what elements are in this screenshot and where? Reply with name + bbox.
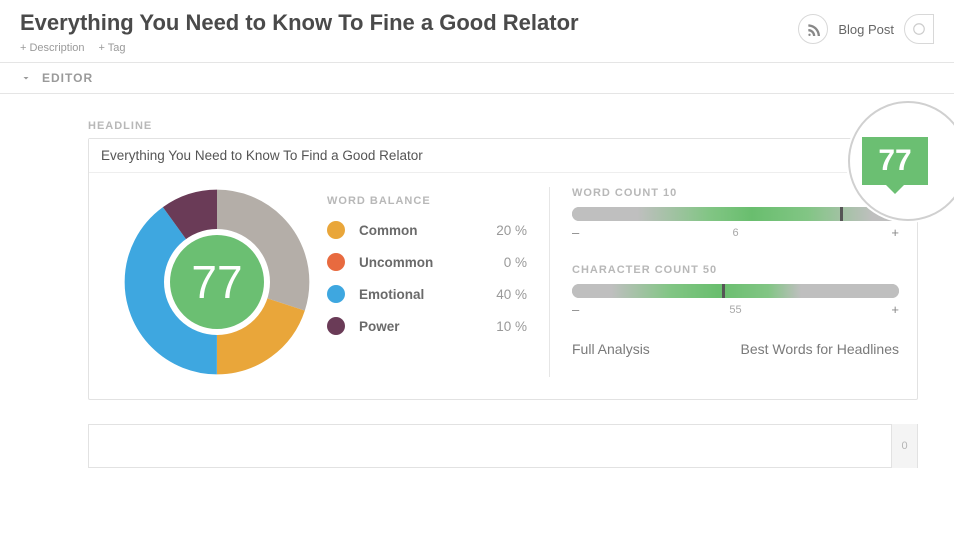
score-donut-chart: 77 [122, 187, 312, 377]
rss-icon[interactable] [798, 14, 828, 44]
headline-label: HEADLINE [88, 120, 934, 132]
char-count-label: CHARACTER COUNT 50 [572, 264, 899, 276]
legend-row-emotional[interactable]: Emotional 40 % [327, 285, 527, 303]
headline-score-value: 77 [164, 229, 270, 335]
legend-value: 20 % [483, 223, 527, 238]
word-balance-legend: WORD BALANCE Common 20 % Uncommon 0 % Em… [327, 187, 527, 377]
legend-name: Power [359, 319, 483, 334]
legend-name: Emotional [359, 287, 483, 302]
page-title: Everything You Need to Know To Fine a Go… [20, 10, 798, 36]
dot-icon [327, 253, 345, 271]
headline-analyzer-panel: 77 WORD BALANCE Common 20 % Uncommon 0 % [88, 138, 918, 400]
full-analysis-link[interactable]: Full Analysis [572, 341, 650, 357]
word-balance-label: WORD BALANCE [327, 195, 527, 207]
page-header: Everything You Need to Know To Fine a Go… [0, 0, 954, 63]
editor-canvas: HEADLINE 77 [0, 94, 954, 488]
editor-section-label: EDITOR [42, 71, 93, 85]
legend-name: Common [359, 223, 483, 238]
editor-body-area[interactable]: 0 [88, 424, 918, 468]
best-words-link[interactable]: Best Words for Headlines [741, 341, 899, 357]
post-type-label[interactable]: Blog Post [838, 22, 894, 37]
gauge-mid-label: 55 [572, 304, 899, 316]
dot-icon [327, 221, 345, 239]
legend-value: 10 % [483, 319, 527, 334]
legend-value: 0 % [483, 255, 527, 270]
add-tag-link[interactable]: + Tag [99, 42, 126, 54]
legend-row-common[interactable]: Common 20 % [327, 221, 527, 239]
legend-row-power[interactable]: Power 10 % [327, 317, 527, 335]
add-description-link[interactable]: + Description [20, 42, 85, 54]
gauge-mid-label: 6 [572, 227, 899, 239]
legend-name: Uncommon [359, 255, 483, 270]
editor-body-count: 0 [891, 424, 917, 468]
legend-value: 40 % [483, 287, 527, 302]
legend-row-uncommon[interactable]: Uncommon 0 % [327, 253, 527, 271]
options-button[interactable] [904, 14, 934, 44]
dot-icon [327, 285, 345, 303]
chevron-up-icon [20, 72, 32, 84]
editor-section-bar[interactable]: EDITOR [0, 63, 954, 94]
dot-icon [327, 317, 345, 335]
word-count-gauge [572, 207, 899, 221]
magnified-score-tab: 77 [862, 137, 928, 185]
vertical-divider [549, 187, 550, 377]
word-count-label: WORD COUNT 10 [572, 187, 899, 199]
char-count-gauge [572, 284, 899, 298]
headline-input[interactable] [89, 139, 917, 173]
